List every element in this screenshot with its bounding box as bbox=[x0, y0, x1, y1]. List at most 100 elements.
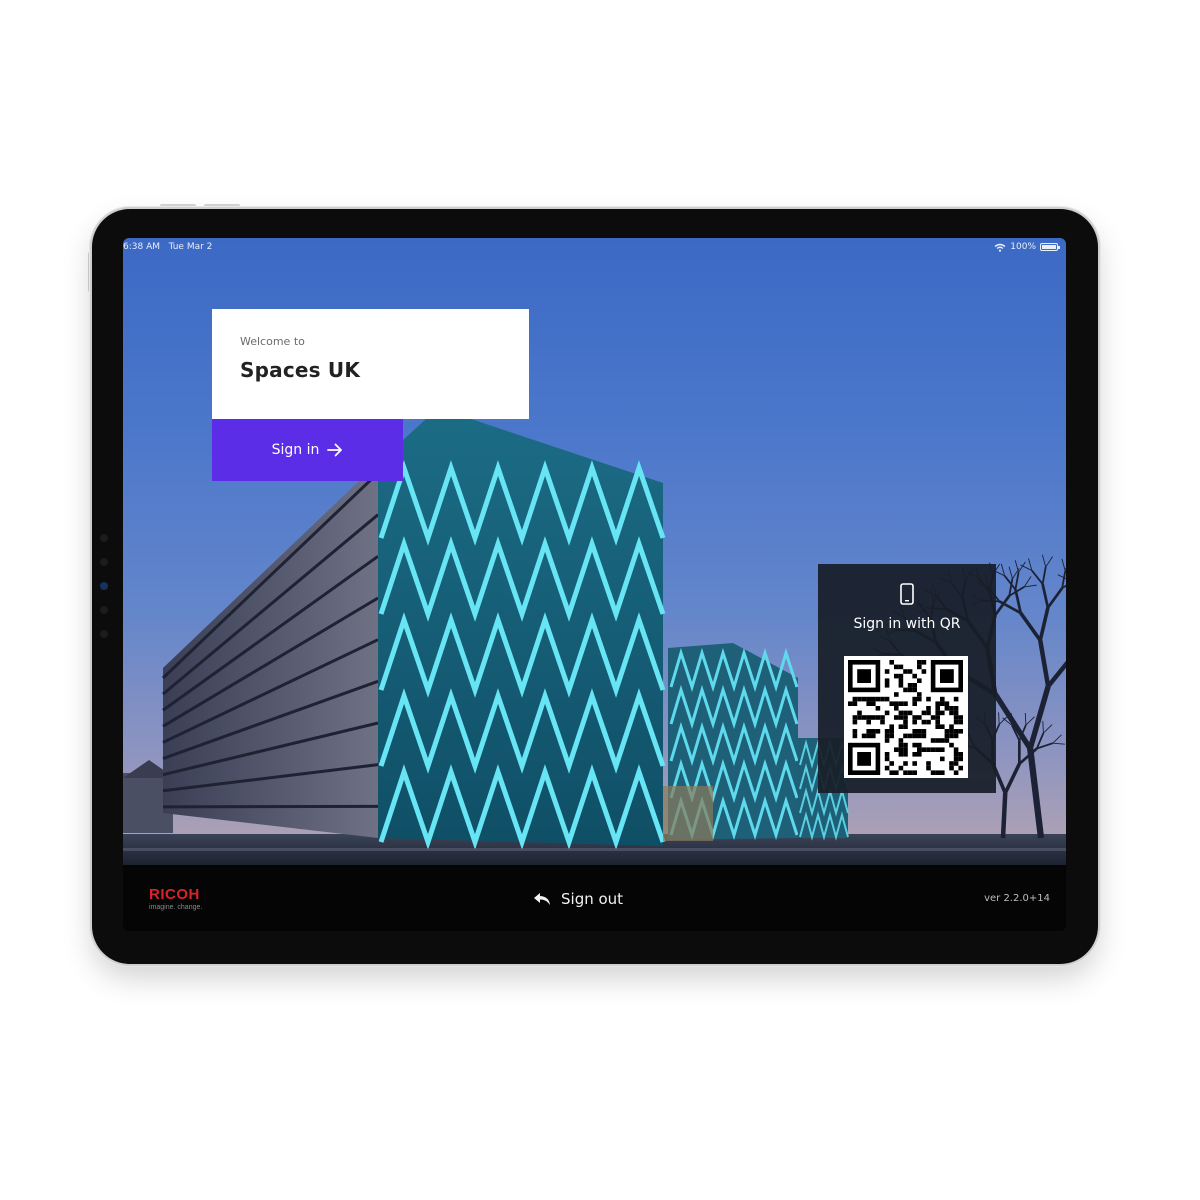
qr-module bbox=[903, 742, 908, 748]
qr-module bbox=[903, 724, 908, 729]
qr-module bbox=[944, 729, 950, 734]
qr-module bbox=[898, 742, 904, 748]
tree-branch bbox=[1043, 724, 1053, 734]
tree-branch bbox=[1024, 584, 1037, 588]
tree-branch bbox=[1038, 607, 1050, 641]
qr-module bbox=[852, 733, 858, 739]
qr-module bbox=[898, 710, 904, 716]
qr-module bbox=[926, 765, 931, 771]
qr-finder-center bbox=[857, 669, 871, 683]
qr-module bbox=[894, 715, 899, 720]
app-version: ver 2.2.0+14 bbox=[984, 893, 1050, 904]
qr-module bbox=[871, 696, 876, 702]
qr-module bbox=[935, 706, 940, 711]
sign-out-button[interactable]: Sign out bbox=[533, 887, 623, 911]
qr-module bbox=[926, 719, 931, 725]
qr-module bbox=[898, 678, 904, 683]
tree-branch bbox=[1045, 556, 1053, 568]
qr-module bbox=[917, 692, 922, 697]
qr-module bbox=[866, 715, 871, 720]
qr-module bbox=[889, 770, 894, 775]
tree-branch bbox=[1014, 560, 1019, 573]
qr-module bbox=[866, 701, 871, 706]
qr-module bbox=[894, 664, 899, 670]
qr-module bbox=[930, 770, 936, 775]
sensor-dot bbox=[100, 630, 108, 638]
qr-module bbox=[884, 765, 890, 771]
qr-module bbox=[889, 729, 894, 734]
qr-module bbox=[930, 715, 936, 720]
qr-module bbox=[940, 738, 945, 743]
qr-module bbox=[921, 660, 927, 665]
qr-module bbox=[921, 733, 927, 739]
qr-module bbox=[871, 729, 876, 734]
qr-module bbox=[875, 715, 881, 720]
bottom-bar: RICOH imagine. change. Sign out ver 2.2.… bbox=[123, 865, 1066, 931]
logo-tagline: imagine. change. bbox=[149, 904, 203, 911]
qr-module bbox=[917, 752, 922, 757]
qr-finder-center bbox=[857, 752, 871, 766]
qr-module bbox=[871, 701, 876, 706]
qr-module bbox=[912, 733, 917, 739]
qr-module bbox=[903, 710, 908, 716]
qr-module bbox=[949, 761, 954, 766]
qr-module bbox=[889, 733, 894, 739]
qr-module bbox=[884, 678, 890, 683]
qr-code[interactable] bbox=[844, 656, 968, 778]
tree-branch bbox=[1027, 748, 1045, 839]
qr-module bbox=[944, 733, 950, 739]
qr-module bbox=[953, 747, 959, 752]
qr-module bbox=[866, 729, 871, 734]
qr-finder-center bbox=[940, 669, 954, 683]
qr-module bbox=[912, 761, 917, 766]
battery-icon bbox=[1040, 243, 1060, 251]
qr-sign-in-panel[interactable]: Sign in with QR bbox=[818, 564, 996, 793]
qr-module bbox=[880, 719, 885, 725]
qr-module bbox=[940, 724, 945, 729]
qr-module bbox=[935, 724, 940, 729]
tree-branch bbox=[1041, 554, 1047, 568]
sign-in-label: Sign in bbox=[271, 442, 320, 458]
qr-module bbox=[907, 770, 913, 775]
qr-module bbox=[935, 770, 940, 775]
qr-module bbox=[907, 687, 913, 693]
qr-module bbox=[917, 678, 922, 683]
qr-module bbox=[953, 719, 959, 725]
tree-branch bbox=[1003, 763, 1021, 794]
tree-branch bbox=[998, 715, 1009, 725]
qr-module bbox=[912, 719, 917, 725]
qr-module bbox=[949, 724, 954, 729]
qr-module bbox=[940, 747, 945, 752]
qr-module bbox=[866, 719, 871, 725]
tree-branch bbox=[1010, 713, 1013, 726]
qr-module bbox=[903, 761, 908, 766]
qr-module bbox=[953, 752, 959, 757]
tree-branch bbox=[1038, 640, 1051, 687]
sensor-dot bbox=[100, 558, 108, 566]
tree-branch bbox=[1046, 587, 1064, 609]
sensor-dot bbox=[100, 534, 108, 542]
tree-branch bbox=[1024, 712, 1027, 726]
qr-module bbox=[903, 752, 908, 757]
qr-module bbox=[958, 719, 963, 725]
qr-module bbox=[912, 683, 917, 688]
tree-branch bbox=[1031, 569, 1044, 585]
sensor-dot bbox=[100, 606, 108, 614]
qr-module bbox=[898, 738, 904, 743]
sign-out-label: Sign out bbox=[561, 890, 624, 908]
qr-module bbox=[958, 765, 963, 771]
volume-button bbox=[204, 204, 240, 208]
qr-module bbox=[889, 660, 894, 665]
qr-module bbox=[958, 752, 963, 757]
tree-branch bbox=[1061, 558, 1066, 572]
qr-module bbox=[912, 752, 917, 757]
sign-in-button[interactable]: Sign in bbox=[212, 419, 403, 481]
qr-module bbox=[894, 706, 899, 711]
qr-module bbox=[912, 770, 917, 775]
tree-branch bbox=[1041, 566, 1047, 585]
battery-percentage: 100% bbox=[1010, 242, 1036, 252]
qr-module bbox=[898, 752, 904, 757]
qr-module bbox=[917, 747, 922, 752]
qr-module bbox=[898, 715, 904, 720]
tree-branch bbox=[998, 712, 1000, 725]
